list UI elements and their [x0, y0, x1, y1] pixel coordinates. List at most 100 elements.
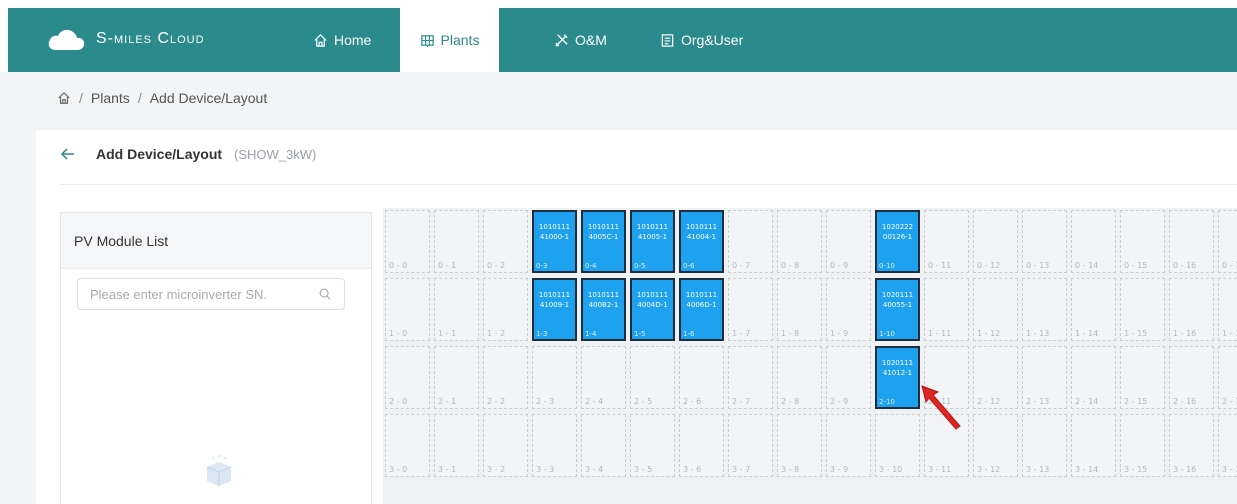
- grid-cell-label: 0 - 16: [1173, 261, 1197, 270]
- grid-cell[interactable]: 2 - 6: [679, 346, 724, 409]
- grid-cell[interactable]: 0 - 16: [1169, 210, 1214, 273]
- grid-cell[interactable]: 0 - 8: [777, 210, 822, 273]
- grid-cell[interactable]: 3 - 3: [532, 414, 577, 477]
- grid-cell[interactable]: 2 - 2: [483, 346, 528, 409]
- grid-cell[interactable]: 3 - 13: [1022, 414, 1067, 477]
- search-icon[interactable]: [318, 287, 332, 301]
- grid-cell[interactable]: 2 - 17: [1218, 346, 1237, 409]
- grid-cell[interactable]: 1 - 16: [1169, 278, 1214, 341]
- grid-cell[interactable]: 0 - 17: [1218, 210, 1237, 273]
- device-sn-line2: 4006D-1: [686, 301, 717, 309]
- grid-cell[interactable]: 1 - 14: [1071, 278, 1116, 341]
- grid-cell[interactable]: 2 - 5: [630, 346, 675, 409]
- grid-cell[interactable]: 3 - 0: [385, 414, 430, 477]
- grid-cell[interactable]: 3 - 5: [630, 414, 675, 477]
- grid-cell-label: 1 - 14: [1075, 329, 1099, 338]
- grid-cell[interactable]: 0 - 0: [385, 210, 430, 273]
- grid-cell[interactable]: 3 - 14: [1071, 414, 1116, 477]
- grid-cell[interactable]: 3 - 15: [1120, 414, 1165, 477]
- grid-cell[interactable]: 3 - 7: [728, 414, 773, 477]
- grid-cell-label: 2 - 1: [438, 397, 457, 406]
- grid-cell-label: 0 - 14: [1075, 261, 1099, 270]
- grid-cell[interactable]: 0 - 13: [1022, 210, 1067, 273]
- grid-cell[interactable]: 2 - 3: [532, 346, 577, 409]
- grid-cell[interactable]: 3 - 8: [777, 414, 822, 477]
- sn-search-input[interactable]: [90, 286, 310, 302]
- device-sn: 1010111 400B2-1: [583, 290, 624, 310]
- grid-cell[interactable]: 0 - 15: [1120, 210, 1165, 273]
- device-tile[interactable]: 1020111 40055-1 1-10: [875, 278, 920, 341]
- nav-org-user[interactable]: Org&User: [660, 8, 743, 72]
- grid-cell[interactable]: 1 - 13: [1022, 278, 1067, 341]
- device-tile[interactable]: 1020222 00126-1 0-10: [875, 210, 920, 273]
- grid-cell[interactable]: 1 - 12: [973, 278, 1018, 341]
- grid-cell[interactable]: 3 - 1: [434, 414, 479, 477]
- home-icon: [314, 33, 327, 47]
- device-tile[interactable]: 1010111 41004-1 0-6: [679, 210, 724, 273]
- device-tile[interactable]: 1010111 41009-1 1-3: [532, 278, 577, 341]
- grid-cell-label: 3 - 16: [1173, 465, 1197, 474]
- grid-cell[interactable]: 2 - 0: [385, 346, 430, 409]
- device-sn-line2: 41004-1: [686, 233, 717, 241]
- grid-cell[interactable]: 2 - 16: [1169, 346, 1214, 409]
- grid-cell[interactable]: 1 - 7: [728, 278, 773, 341]
- grid-cell[interactable]: 1 - 9: [826, 278, 871, 341]
- grid-cell[interactable]: 2 - 4: [581, 346, 626, 409]
- grid-cell-label: 0 - 2: [487, 261, 506, 270]
- device-position: 0-3: [536, 262, 548, 270]
- grid-cell-label: 1 - 0: [389, 329, 408, 338]
- device-sn-line2: 40055-1: [882, 301, 913, 309]
- nav-plants[interactable]: Plants: [400, 8, 499, 72]
- grid-cell[interactable]: 3 - 2: [483, 414, 528, 477]
- grid-cell[interactable]: 3 - 16: [1169, 414, 1214, 477]
- grid-cell[interactable]: 2 - 14: [1071, 346, 1116, 409]
- brand[interactable]: S-miles Cloud: [46, 26, 205, 52]
- grid-cell[interactable]: 0 - 12: [973, 210, 1018, 273]
- grid-cell[interactable]: 2 - 13: [1022, 346, 1067, 409]
- grid-cell[interactable]: 2 - 9: [826, 346, 871, 409]
- grid-cell-label: 3 - 13: [1026, 465, 1050, 474]
- grid-cell[interactable]: 1 - 2: [483, 278, 528, 341]
- grid-cell[interactable]: 0 - 7: [728, 210, 773, 273]
- grid-cell-label: 1 - 2: [487, 329, 506, 338]
- grid-cell[interactable]: 0 - 11: [924, 210, 969, 273]
- grid-cell-label: 2 - 14: [1075, 397, 1099, 406]
- plants-icon: [420, 34, 434, 47]
- grid-cell[interactable]: 3 - 12: [973, 414, 1018, 477]
- nav-om[interactable]: O&M: [554, 8, 607, 72]
- device-tile[interactable]: 1010111 4006D-1 1-6: [679, 278, 724, 341]
- grid-cell[interactable]: 2 - 1: [434, 346, 479, 409]
- grid-cell[interactable]: 3 - 4: [581, 414, 626, 477]
- grid-cell[interactable]: 2 - 7: [728, 346, 773, 409]
- device-tile[interactable]: 1010111 41005-1 0-5: [630, 210, 675, 273]
- grid-cell[interactable]: 3 - 6: [679, 414, 724, 477]
- grid-cell[interactable]: 0 - 14: [1071, 210, 1116, 273]
- nav-home[interactable]: Home: [313, 8, 371, 72]
- grid-cell[interactable]: 1 - 15: [1120, 278, 1165, 341]
- grid-cell[interactable]: 2 - 15: [1120, 346, 1165, 409]
- empty-box-icon: [206, 455, 232, 486]
- grid-cell[interactable]: 1 - 17: [1218, 278, 1237, 341]
- device-tile[interactable]: 1010111 4005C-1 0-4: [581, 210, 626, 273]
- grid-cell[interactable]: 3 - 17: [1218, 414, 1237, 477]
- grid-cell[interactable]: 1 - 0: [385, 278, 430, 341]
- grid-cell[interactable]: 0 - 1: [434, 210, 479, 273]
- grid-cell[interactable]: 1 - 8: [777, 278, 822, 341]
- home-icon[interactable]: [57, 91, 71, 105]
- back-arrow-icon[interactable]: [60, 146, 76, 162]
- device-sn-line1: 1010111: [538, 291, 571, 299]
- grid-cell[interactable]: 3 - 9: [826, 414, 871, 477]
- grid-cell[interactable]: 0 - 2: [483, 210, 528, 273]
- device-tile[interactable]: 1010111 41000-1 0-3: [532, 210, 577, 273]
- device-sn: 1010111 4006D-1: [681, 290, 722, 310]
- grid-cell[interactable]: 0 - 9: [826, 210, 871, 273]
- grid-cell-label: 3 - 2: [487, 465, 506, 474]
- device-tile[interactable]: 1010111 400B2-1 1-4: [581, 278, 626, 341]
- breadcrumb-plants[interactable]: Plants: [91, 90, 130, 106]
- grid-cell[interactable]: 1 - 11: [924, 278, 969, 341]
- device-tile[interactable]: 1010111 4004D-1 1-5: [630, 278, 675, 341]
- grid-cell[interactable]: 2 - 8: [777, 346, 822, 409]
- grid-cell[interactable]: 1 - 1: [434, 278, 479, 341]
- grid-cell[interactable]: 2 - 12: [973, 346, 1018, 409]
- device-position: 1-10: [879, 330, 895, 338]
